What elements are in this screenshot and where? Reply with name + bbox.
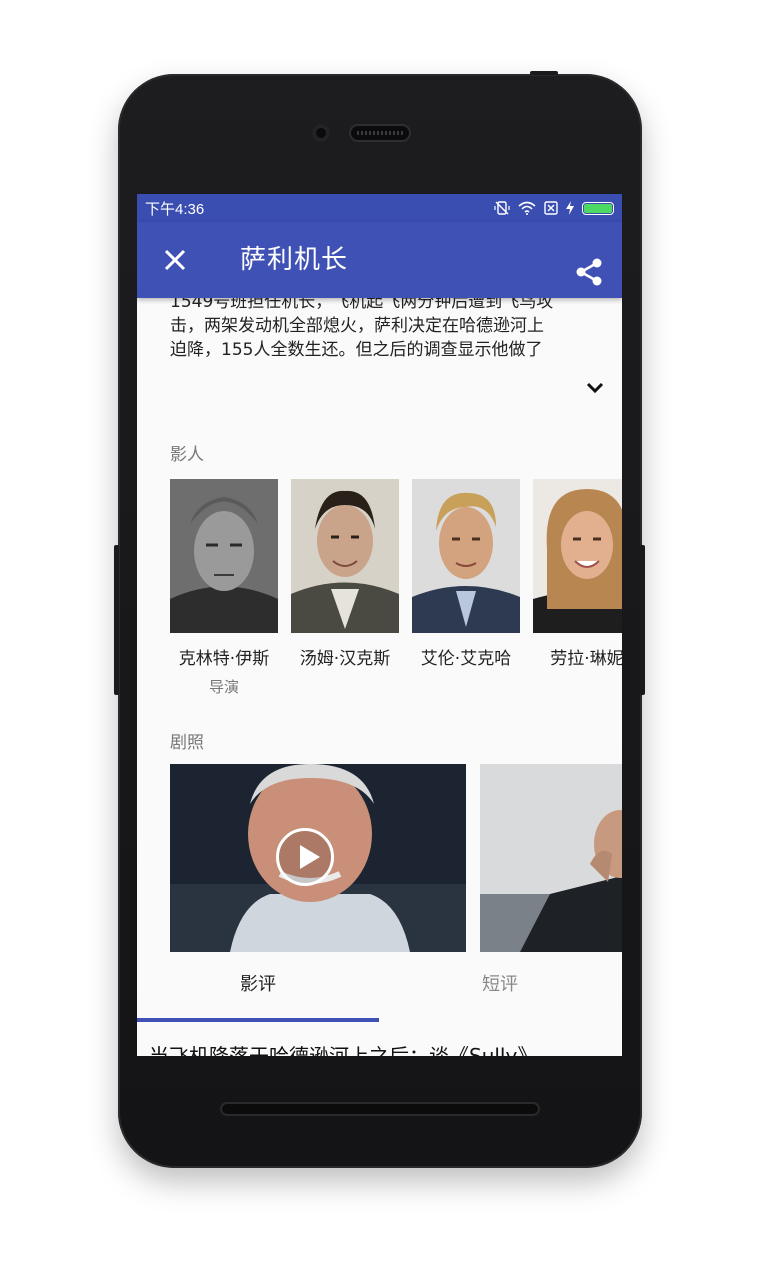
battery-icon [582, 201, 614, 215]
cast-photo [291, 479, 399, 633]
cast-name: 汤姆·汉克斯 [299, 649, 391, 669]
status-time: 下午4:36 [145, 200, 205, 218]
status-icons [494, 200, 614, 216]
tab-reviews[interactable]: 影评 [137, 954, 379, 1016]
screen: 下午4:36 萨利机长 1549号班担任机长，飞机起飞两分钟后遭到飞鸟攻 击，两… [137, 194, 622, 1056]
chevron-down-icon[interactable] [584, 376, 606, 398]
battery-level [584, 203, 612, 213]
cast-card[interactable]: 克林特·伊斯 导演 [170, 479, 278, 696]
power-button [640, 545, 645, 695]
stills-list[interactable] [170, 764, 622, 952]
cast-card[interactable]: 劳拉·琳妮 [533, 479, 622, 669]
cast-name: 艾伦·艾克哈 [420, 649, 512, 669]
summary-line: 迫降，155人全数生还。但之后的调查显示他做了 [170, 340, 543, 360]
cast-list[interactable]: 克林特·伊斯 导演 汤姆·汉克斯 艾伦·艾克哈 劳拉·琳妮 [170, 479, 622, 709]
status-bar: 下午4:36 [137, 194, 622, 222]
share-icon[interactable] [574, 257, 604, 287]
still-image[interactable] [480, 764, 622, 952]
summary-line: 击，两架发动机全部熄火，萨利决定在哈德逊河上 [170, 316, 544, 336]
cast-role: 导演 [208, 678, 239, 696]
play-icon[interactable] [276, 828, 334, 886]
review-tabs: 影评 短评 [137, 954, 622, 1016]
page-title: 萨利机长 [240, 245, 349, 275]
cast-name: 劳拉·琳妮 [550, 649, 622, 669]
cast-name: 克林特·伊斯 [178, 649, 270, 669]
device-mockup: 下午4:36 萨利机长 1549号班担任机长，飞机起飞两分钟后遭到飞鸟攻 击，两… [0, 0, 758, 1280]
review-title[interactable]: 当飞机降落于哈德逊河上之后：谈《Sully》 [149, 1040, 622, 1056]
earpiece-speaker [349, 124, 411, 142]
top-button [530, 71, 558, 75]
close-icon[interactable] [161, 246, 189, 274]
movie-summary: 1549号班担任机长，飞机起飞两分钟后遭到飞鸟攻 击，两架发动机全部熄火，萨利决… [170, 290, 590, 362]
tab-short-reviews[interactable]: 短评 [379, 954, 621, 1016]
cast-card[interactable]: 汤姆·汉克斯 [291, 479, 399, 669]
cast-card[interactable]: 艾伦·艾克哈 [412, 479, 520, 669]
cast-photo [533, 479, 622, 633]
no-sim-icon [544, 201, 558, 215]
still-video[interactable] [170, 764, 466, 952]
home-bar [220, 1102, 540, 1116]
cast-photo [412, 479, 520, 633]
tab-indicator [137, 1018, 379, 1022]
cast-photo [170, 479, 278, 633]
charging-icon [566, 201, 574, 215]
wifi-icon [518, 201, 536, 215]
app-bar: 萨利机长 [137, 222, 622, 298]
volume-button [114, 545, 119, 695]
detail-content[interactable]: 1549号班担任机长，飞机起飞两分钟后遭到飞鸟攻 击，两架发动机全部熄火，萨利决… [137, 292, 622, 1056]
cast-section-title: 影人 [170, 445, 204, 465]
vibrate-off-icon [494, 201, 510, 215]
stills-section-title: 剧照 [170, 733, 204, 753]
front-camera [312, 124, 330, 142]
